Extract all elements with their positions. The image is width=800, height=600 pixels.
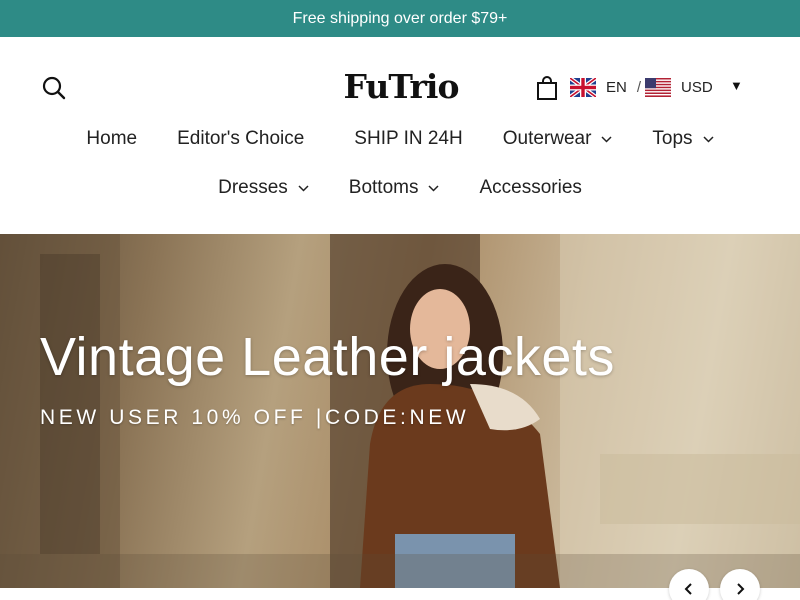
nav-label: Editor's Choice [177,128,305,149]
nav-label: Home [86,128,138,149]
chevron-right-icon [737,583,745,595]
nav-label: Outerwear [502,128,592,149]
nav-label: Accessories [479,177,582,198]
hero-subtitle: NEW USER 10% OFF |CODE:NEW [40,406,470,429]
nav-bottoms[interactable]: Bottoms [349,177,440,199]
search-button[interactable] [41,75,67,101]
nav-editors-choice[interactable]: Editor's Choice [177,128,304,150]
brand-logo[interactable]: FuTrio [336,67,466,107]
main-nav-row-2: Dresses Bottoms Accessories [0,176,800,200]
nav-home[interactable]: Home [86,128,137,150]
locale-separator: / [636,78,642,96]
main-nav-row-1: Home Editor's Choice SHIP IN 24H Outerwe… [0,127,800,151]
chevron-left-icon [684,583,692,595]
cart-icon [537,76,557,100]
nav-dresses[interactable]: Dresses [218,177,309,199]
chevron-down-icon [601,135,612,143]
hero-title: Vintage Leather jackets [40,327,615,387]
nav-ship-in-24h[interactable]: SHIP IN 24H [354,128,462,150]
announcement-bar: Free shipping over order $79+ [0,0,800,37]
nav-accessories[interactable]: Accessories [479,177,581,199]
chevron-down-icon [298,184,309,192]
site-header: FuTrio EN / USD ▼ Home Editor's Choice S… [0,37,800,234]
cart-button[interactable] [534,75,560,101]
language-label: EN [606,78,627,96]
locale-selector[interactable]: EN / USD ▼ [570,75,743,99]
chevron-down-icon [703,135,714,143]
nav-label: SHIP IN 24H [354,128,463,149]
hero-banner[interactable]: Vintage Leather jackets NEW USER 10% OFF… [0,234,800,588]
chevron-down-icon [428,184,440,192]
uk-flag-icon [570,77,596,97]
nav-tops[interactable]: Tops [652,128,714,150]
nav-label: Bottoms [348,177,419,198]
nav-label: Tops [652,128,693,149]
search-icon [42,76,66,100]
announcement-text: Free shipping over order $79+ [292,9,508,27]
locale-caret-icon[interactable]: ▼ [730,78,743,93]
nav-outerwear[interactable]: Outerwear [503,128,613,150]
nav-label: Dresses [218,177,288,198]
us-flag-icon [645,77,672,97]
currency-label: USD [681,78,713,96]
